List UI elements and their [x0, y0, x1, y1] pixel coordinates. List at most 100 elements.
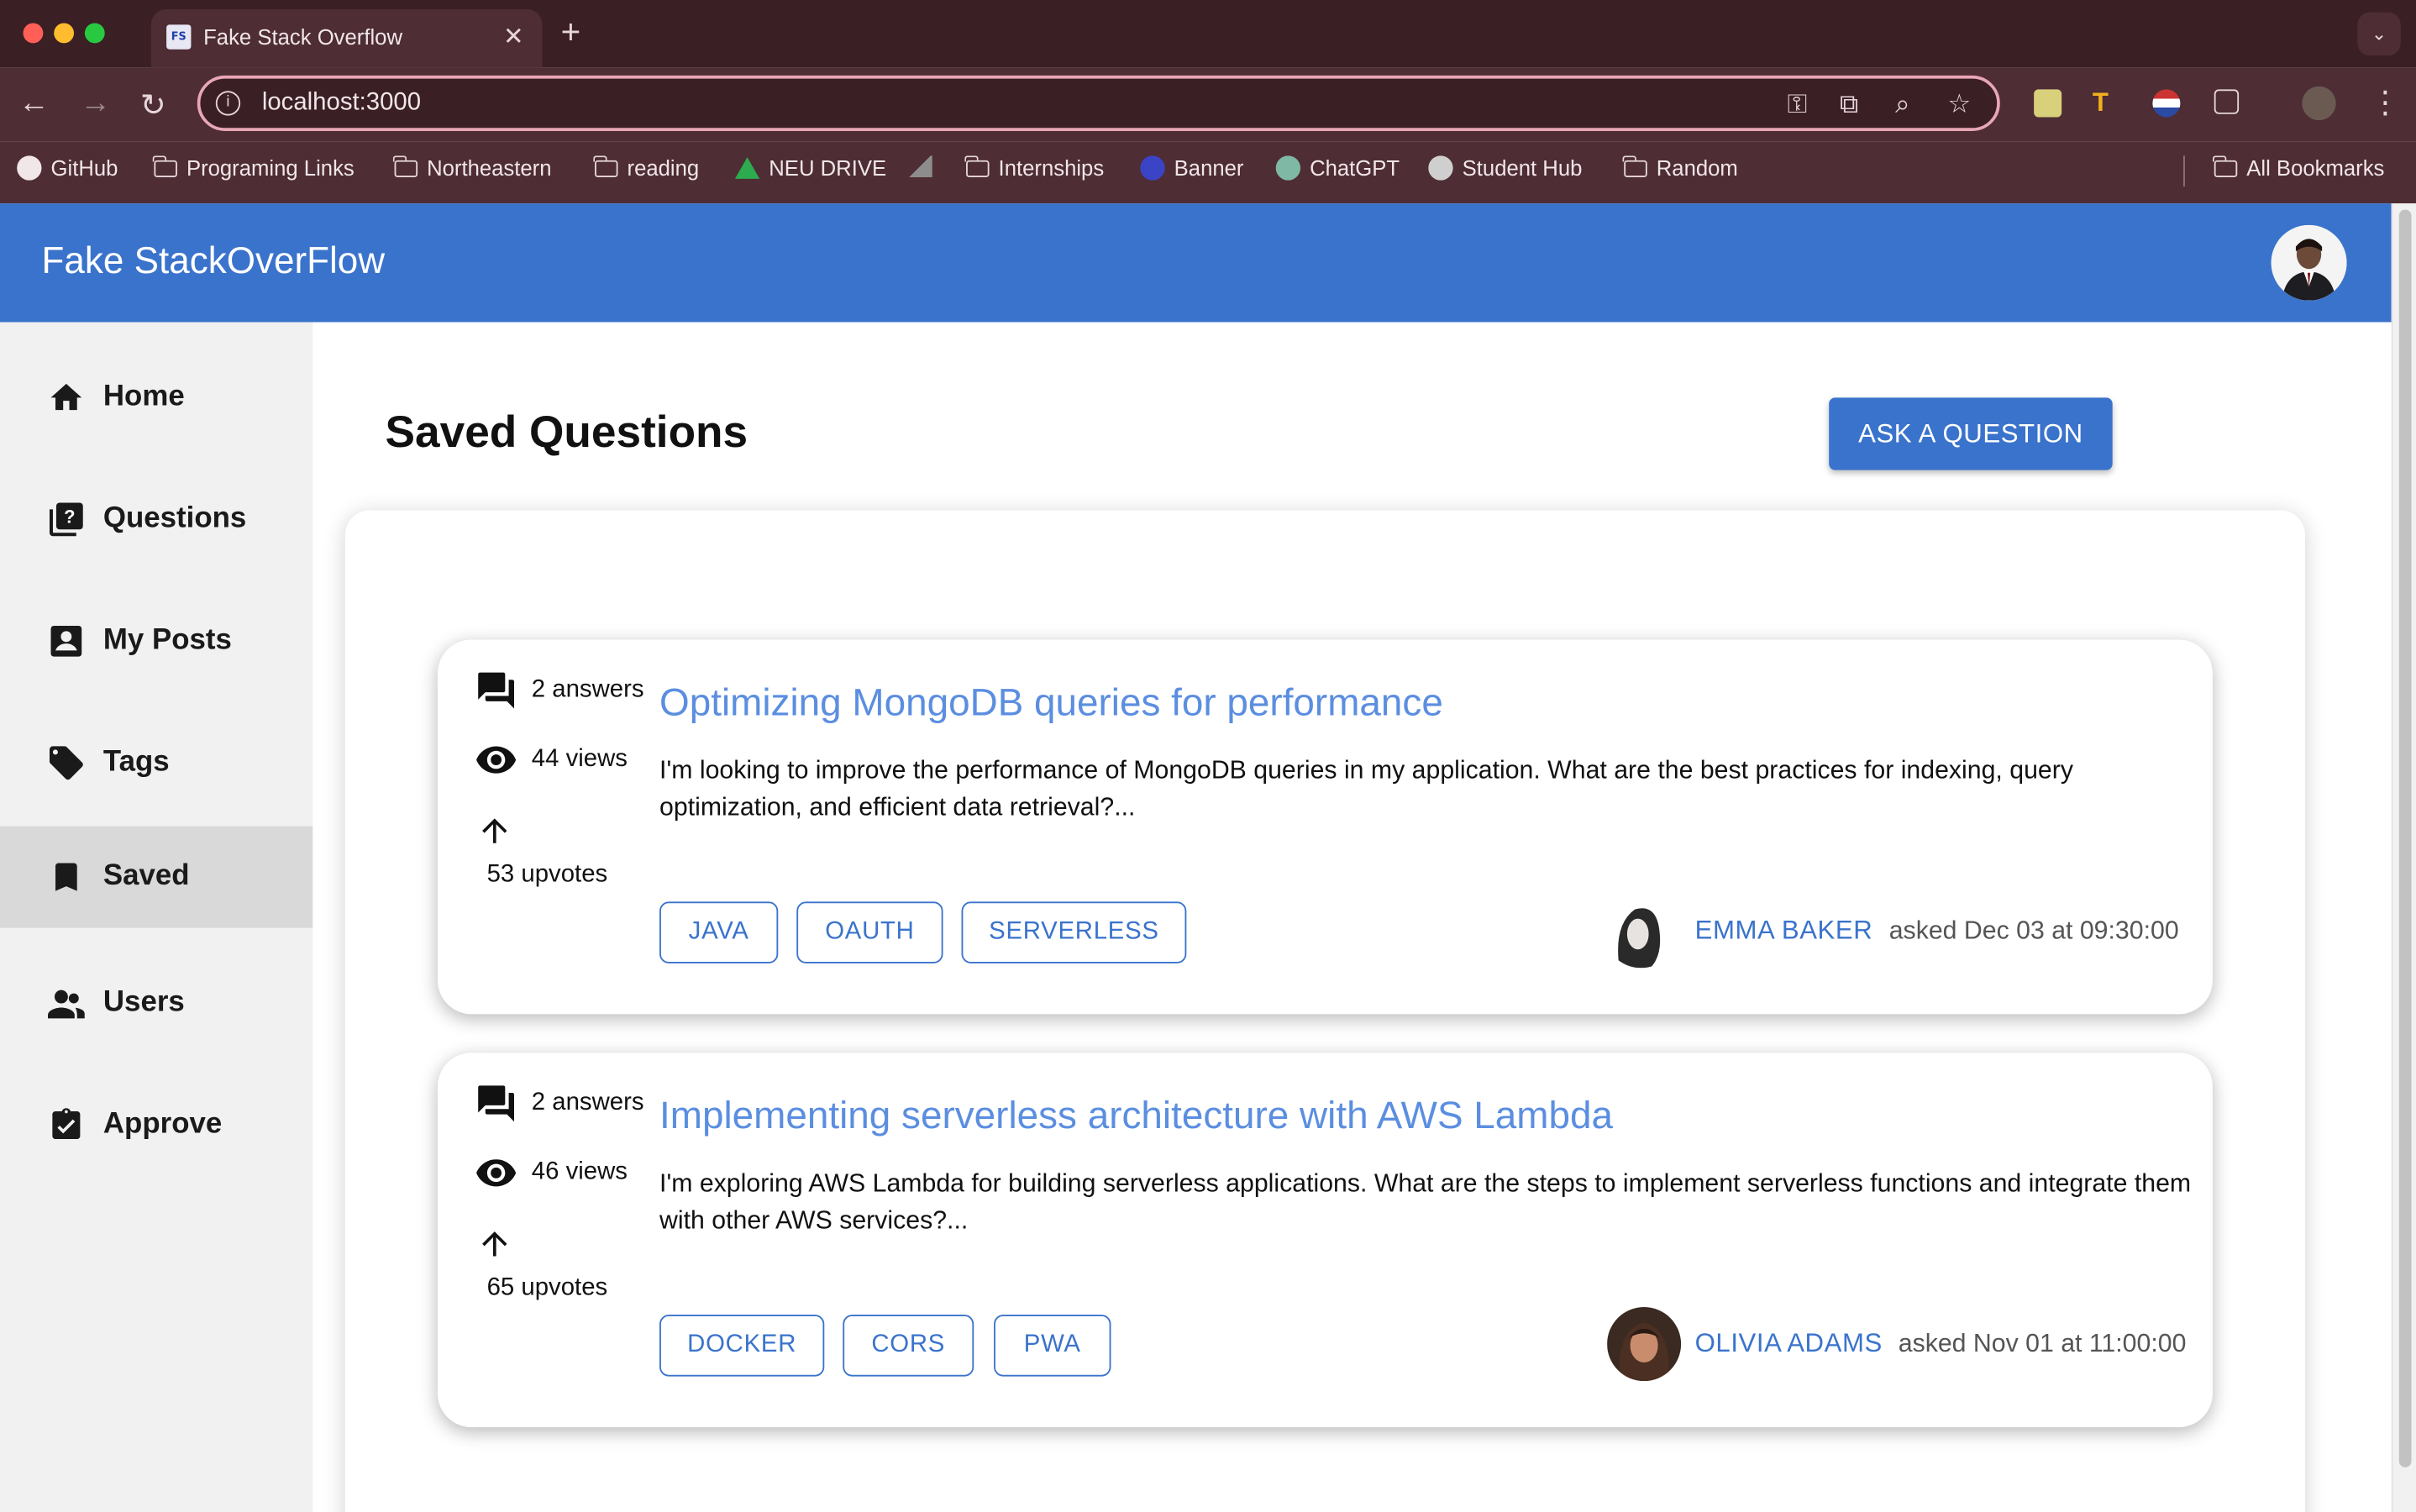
app-brand[interactable]: Fake StackOverFlow	[42, 240, 386, 283]
question-title-link[interactable]: Implementing serverless architecture wit…	[659, 1095, 1613, 1139]
bookmarks-divider	[2183, 155, 2185, 187]
tag-chip[interactable]: PWA	[994, 1315, 1111, 1377]
bookmark-reading[interactable]: reading	[593, 155, 699, 181]
site-info-icon[interactable]: i	[215, 91, 241, 116]
github-icon	[17, 155, 42, 181]
tab-title: Fake Stack Overflow	[203, 24, 403, 50]
globe-icon	[1428, 155, 1453, 181]
account-box-icon	[46, 621, 87, 661]
upvote-arrow-icon[interactable]	[476, 1226, 513, 1270]
sidebar-item-home[interactable]: Home	[0, 347, 313, 449]
forum-icon	[478, 672, 515, 709]
bookmark-star-icon[interactable]: ☆	[1947, 89, 1971, 120]
extensions-puzzle-icon[interactable]	[2214, 89, 2240, 114]
bookmark-banner[interactable]: Banner	[1140, 155, 1243, 181]
answers-stat: 2 answers	[475, 672, 644, 709]
user-avatar[interactable]	[2271, 224, 2347, 301]
sidebar-item-label: My Posts	[102, 624, 232, 657]
bookmark-neu-drive[interactable]: NEU DRIVE	[734, 155, 886, 181]
people-icon	[46, 984, 87, 1024]
tag-chip[interactable]: DOCKER	[659, 1315, 825, 1377]
upvote-arrow-icon[interactable]	[476, 812, 513, 857]
folder-icon	[593, 155, 618, 177]
reload-icon[interactable]: ↻	[140, 87, 166, 125]
profile-avatar-icon[interactable]	[2302, 86, 2336, 121]
bookmark-random[interactable]: Random	[1623, 155, 1738, 181]
bookmark-github[interactable]: GitHub	[17, 155, 118, 181]
author-name-link[interactable]: EMMA BAKER	[1695, 916, 1873, 947]
bookmark-programing-links[interactable]: Programing Links	[153, 155, 355, 181]
asked-timestamp: asked Nov 01 at 11:00:00	[1898, 1330, 2187, 1358]
author-avatar[interactable]	[1607, 1306, 1682, 1382]
close-window-button[interactable]	[23, 23, 44, 44]
eye-icon	[476, 746, 517, 774]
google-drive-icon	[734, 157, 760, 179]
author-avatar[interactable]	[1604, 894, 1678, 969]
browser-toolbar: ← → ↻ i localhost:3000 ⚿ ⧉ ⌕ ☆ T ⋮	[0, 67, 2416, 142]
browser-tab[interactable]: FS Fake Stack Overflow ✕	[150, 9, 543, 68]
sidebar-item-label: Home	[102, 381, 185, 413]
password-key-icon[interactable]: ⚿	[1788, 89, 1808, 120]
author-name-link[interactable]: OLIVIA ADAMS	[1695, 1329, 1883, 1360]
app-header: Fake StackOverFlow	[0, 203, 2392, 323]
sidebar-item-approve[interactable]: Approve	[0, 1074, 313, 1176]
sidebar-item-tags[interactable]: Tags	[0, 712, 313, 814]
question-card[interactable]: 2 answers 46 views 65 upvotes Implementi…	[437, 1053, 2213, 1428]
browser-menu-icon[interactable]: ⋮	[2370, 83, 2401, 122]
views-stat: 44 views	[475, 746, 628, 774]
saved-questions-container: 2 answers 44 views 53 upvotes Optimizing…	[344, 510, 2305, 1512]
sidebar-item-label: Saved	[102, 859, 190, 893]
sidebar: Home ? Questions My Posts Tags Saved Use…	[0, 322, 313, 1512]
extension-t-icon[interactable]: T	[2093, 89, 2120, 117]
forward-arrow-icon[interactable]: →	[80, 87, 111, 122]
url-text[interactable]: localhost:3000	[262, 89, 421, 117]
all-bookmarks-button[interactable]: All Bookmarks	[2213, 155, 2384, 181]
asked-timestamp: asked Dec 03 at 09:30:00	[1888, 916, 2179, 945]
address-bar[interactable]: i localhost:3000 ⚿ ⧉ ⌕ ☆	[197, 75, 2000, 131]
bookmark-chatgpt[interactable]: ChatGPT	[1275, 155, 1400, 181]
new-tab-icon[interactable]: +	[561, 13, 581, 53]
back-arrow-icon[interactable]: ←	[18, 87, 50, 122]
answers-count: 2 answers	[531, 1089, 644, 1116]
close-tab-icon[interactable]: ✕	[503, 22, 524, 53]
sidebar-item-label: Tags	[102, 746, 170, 779]
sidebar-item-questions[interactable]: ? Questions	[0, 469, 313, 570]
ask-question-button[interactable]: ASK A QUESTION	[1829, 397, 2113, 470]
assignment-check-icon	[46, 1105, 87, 1146]
sidebar-item-users[interactable]: Users	[0, 953, 313, 1054]
page-title: Saved Questions	[385, 408, 748, 458]
home-icon	[46, 378, 87, 418]
answers-count: 2 answers	[531, 676, 644, 703]
extension-flag-icon[interactable]	[2152, 89, 2181, 118]
sidebar-item-my-posts[interactable]: My Posts	[0, 591, 313, 692]
bookmark-northeastern[interactable]: Northeastern	[393, 155, 552, 181]
question-library-icon: ?	[46, 500, 87, 540]
folder-icon	[964, 155, 990, 177]
bookmark-icon	[46, 857, 87, 897]
question-excerpt: I'm exploring AWS Lambda for building se…	[659, 1169, 2192, 1235]
maximize-window-button[interactable]	[84, 23, 105, 44]
question-title-link[interactable]: Optimizing MongoDB queries for performan…	[659, 681, 1443, 726]
banner-icon	[1140, 155, 1165, 181]
answers-stat: 2 answers	[475, 1085, 644, 1122]
sidebar-item-label: Questions	[102, 502, 247, 535]
folder-icon	[393, 155, 418, 177]
sidebar-item-saved[interactable]: Saved	[0, 826, 313, 928]
page-scrollbar[interactable]	[2391, 203, 2416, 1512]
extension-notes-icon[interactable]	[2034, 89, 2062, 118]
bookmark-internships[interactable]: Internships	[964, 155, 1104, 181]
bookmark-student-hub[interactable]: Student Hub	[1428, 155, 1582, 181]
tag-chip[interactable]: JAVA	[659, 901, 779, 963]
tab-search-chevron-icon[interactable]: ⌄	[2357, 12, 2401, 56]
tag-chip[interactable]: OAUTH	[796, 901, 943, 963]
question-card[interactable]: 2 answers 44 views 53 upvotes Optimizing…	[437, 639, 2213, 1015]
minimize-window-button[interactable]	[54, 23, 75, 44]
bookmark-unnamed[interactable]	[907, 155, 932, 178]
tag-chip[interactable]: SERVERLESS	[961, 901, 1187, 963]
zoom-icon[interactable]: ⌕	[1895, 89, 1909, 120]
tag-icon	[46, 743, 87, 783]
favicon-icon: FS	[166, 24, 192, 50]
scrollbar-thumb[interactable]	[2398, 209, 2412, 1467]
install-app-icon[interactable]: ⧉	[1840, 89, 1858, 120]
tag-chip[interactable]: CORS	[843, 1315, 974, 1377]
